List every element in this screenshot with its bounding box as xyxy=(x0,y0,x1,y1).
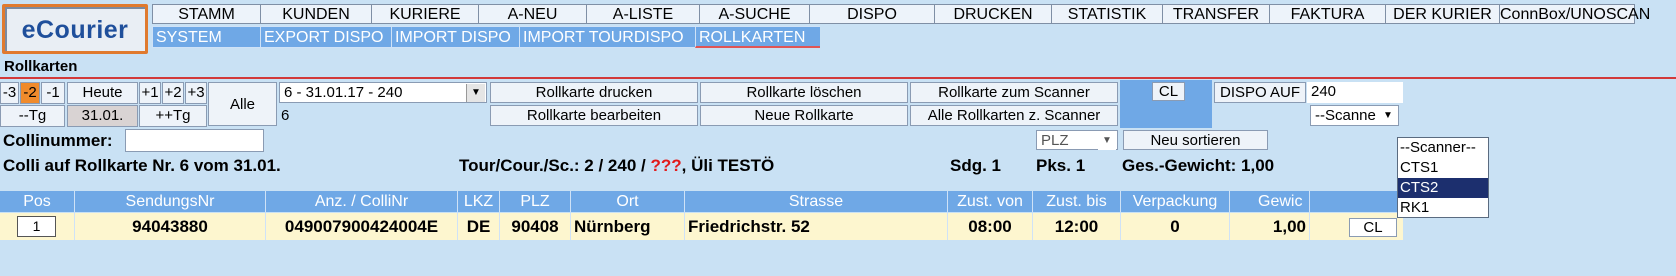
logo-text: eCourier xyxy=(21,16,129,44)
day-minus1-button[interactable]: -1 xyxy=(41,82,65,104)
menu-item-connbox-unoscan[interactable]: ConnBox/UNOSCAN xyxy=(1499,4,1650,24)
scanner-select-value: --Scanne xyxy=(1315,107,1376,124)
col-header-strasse: Strasse xyxy=(685,191,948,212)
cell-lkz: DE xyxy=(458,213,500,240)
page-title: Rollkarten xyxy=(4,58,78,75)
menu-item-drucken[interactable]: DRUCKEN xyxy=(934,4,1051,24)
col-header-zust-bis: Zust. bis xyxy=(1033,191,1121,212)
cell-colli: 049007900424004E xyxy=(266,213,458,240)
col-header-pos: Pos xyxy=(0,191,75,212)
neu-sortieren-button[interactable]: Neu sortieren xyxy=(1123,130,1268,150)
chevron-down-icon: ▼ xyxy=(1379,107,1397,125)
menu-item-statistik[interactable]: STATISTIK xyxy=(1051,4,1162,24)
cell-ort: Nürnberg xyxy=(571,213,685,240)
dispo-auf-label: DISPO AUF xyxy=(1214,82,1306,103)
sdg-count: Sdg. 1 xyxy=(950,156,1002,175)
day-minus3-button[interactable]: -3 xyxy=(0,82,19,104)
scanner-option[interactable]: --Scanner-- xyxy=(1398,138,1488,158)
day-minus2-button[interactable]: -2 xyxy=(20,82,40,104)
submenu-item-export-dispo[interactable]: EXPORT DISPO xyxy=(260,26,391,48)
rollkarte-drucken-button[interactable]: Rollkarte drucken xyxy=(490,82,698,103)
ecourier-logo: eCourier xyxy=(2,4,148,54)
rollkarte-select-value: 6 - 31.01.17 - 240 xyxy=(284,84,403,101)
col-header-ort: Ort xyxy=(571,191,685,212)
col-header-plz: PLZ xyxy=(500,191,571,212)
rollkarte-zum-scanner-button[interactable]: Rollkarte zum Scanner xyxy=(910,82,1118,103)
sort-select-value: PLZ xyxy=(1041,132,1069,149)
cell-verpackung: 0 xyxy=(1121,213,1230,240)
scanner-option[interactable]: CTS1 xyxy=(1398,158,1488,178)
dispo-auf-field[interactable]: 240 xyxy=(1307,82,1403,103)
heute-button[interactable]: Heute xyxy=(67,82,138,104)
menu-item-a-suche[interactable]: A-SUCHE xyxy=(699,4,809,24)
cell-zust-von: 08:00 xyxy=(948,213,1033,240)
rollkarte-bearbeiten-button[interactable]: Rollkarte bearbeiten xyxy=(490,105,698,126)
neue-rollkarte-button[interactable]: Neue Rollkarte xyxy=(700,105,908,126)
cell-strasse: Friedrichstr. 52 xyxy=(685,213,948,240)
submenu-item-system[interactable]: SYSTEM xyxy=(152,26,260,48)
submenu-item-import-tourdispo[interactable]: IMPORT TOURDISPO xyxy=(519,26,695,48)
rollkarte-nr-field[interactable]: 6 xyxy=(281,105,487,126)
menu-item-transfer[interactable]: TRANSFER xyxy=(1162,4,1269,24)
col-header-verpackung: Verpackung xyxy=(1121,191,1230,212)
cell-plz: 90408 xyxy=(500,213,571,240)
day-plus2-button[interactable]: +2 xyxy=(162,82,184,104)
table-row: 1 xyxy=(0,213,75,240)
sort-select[interactable]: PLZ ▼ xyxy=(1036,130,1118,150)
cl-button[interactable]: CL xyxy=(1152,82,1185,101)
plus-tag-button[interactable]: ++Tg xyxy=(139,105,207,127)
menu-item-a-liste[interactable]: A-LISTE xyxy=(586,4,699,24)
day-plus3-button[interactable]: +3 xyxy=(185,82,207,104)
row-cl-button[interactable]: CL xyxy=(1349,218,1397,237)
tour-prefix: Tour/Cour./Sc.: 2 / 240 / xyxy=(459,156,646,175)
tour-info: Tour/Cour./Sc.: 2 / 240 / ???, Üli TESTÖ xyxy=(459,156,774,176)
scanner-option[interactable]: RK1 xyxy=(1398,198,1488,218)
main-menu: STAMM KUNDEN KURIERE A-NEU A-LISTE A-SUCHE DIS… xyxy=(152,4,1650,24)
sub-menu: SYSTEM EXPORT DISPO IMPORT DISPO IMPORT TOU… xyxy=(152,26,820,48)
menu-item-dispo[interactable]: DISPO xyxy=(809,4,934,24)
menu-item-kuriere[interactable]: KURIERE xyxy=(371,4,478,24)
submenu-item-import-dispo[interactable]: IMPORT DISPO xyxy=(391,26,519,48)
scanner-select[interactable]: --Scanne ▼ xyxy=(1310,105,1399,126)
col-header-colli: Anz. / ColliNr xyxy=(266,191,458,212)
rollkarte-select[interactable]: 6 - 31.01.17 - 240 ▼ xyxy=(279,82,487,103)
col-header-lkz: LKZ xyxy=(458,191,500,212)
alle-rollkarten-scanner-button[interactable]: Alle Rollkarten z. Scanner xyxy=(910,105,1118,126)
cell-zust-bis: 12:00 xyxy=(1033,213,1121,240)
submenu-item-rollkarten[interactable]: ROLLKARTEN xyxy=(695,26,820,48)
collinummer-input[interactable] xyxy=(125,129,264,152)
gesamt-gewicht: Ges.-Gewicht: 1,00 xyxy=(1122,156,1275,175)
date-field[interactable]: 31.01. xyxy=(67,105,138,127)
menu-item-kunden[interactable]: KUNDEN xyxy=(260,4,371,24)
chevron-down-icon: ▼ xyxy=(1098,132,1116,150)
collinummer-label: Collinummer: xyxy=(3,131,113,150)
menu-item-stamm[interactable]: STAMM xyxy=(152,4,260,24)
col-header-zust-von: Zust. von xyxy=(948,191,1033,212)
colli-info: Colli auf Rollkarte Nr. 6 vom 31.01. xyxy=(3,156,281,175)
scanner-option[interactable]: CTS2 xyxy=(1398,178,1488,198)
pks-count: Pks. 1 xyxy=(1036,156,1086,175)
chevron-down-icon: ▼ xyxy=(466,84,485,102)
menu-item-der-kurier[interactable]: DER KURIER xyxy=(1385,4,1499,24)
col-header-gewicht: Gewic xyxy=(1230,191,1310,212)
rollkarte-loeschen-button[interactable]: Rollkarte löschen xyxy=(700,82,908,103)
minus-tag-button[interactable]: --Tg xyxy=(0,105,65,127)
tour-unknown: ??? xyxy=(650,156,682,175)
menu-item-a-neu[interactable]: A-NEU xyxy=(478,4,586,24)
cell-sendungsnr: 94043880 xyxy=(75,213,266,240)
cell-gewicht: 1,00 xyxy=(1230,213,1310,240)
menu-item-faktura[interactable]: FAKTURA xyxy=(1269,4,1385,24)
day-plus1-button[interactable]: +1 xyxy=(139,82,161,104)
col-header-actions xyxy=(1310,191,1403,212)
scanner-dropdown-list: --Scanner-- CTS1 CTS2 RK1 xyxy=(1397,137,1489,218)
tour-suffix: , Üli TESTÖ xyxy=(681,156,775,175)
col-header-sendungsnr: SendungsNr xyxy=(75,191,266,212)
title-divider xyxy=(0,77,1676,79)
alle-button[interactable]: Alle xyxy=(208,82,277,126)
pos-field[interactable]: 1 xyxy=(17,216,56,237)
